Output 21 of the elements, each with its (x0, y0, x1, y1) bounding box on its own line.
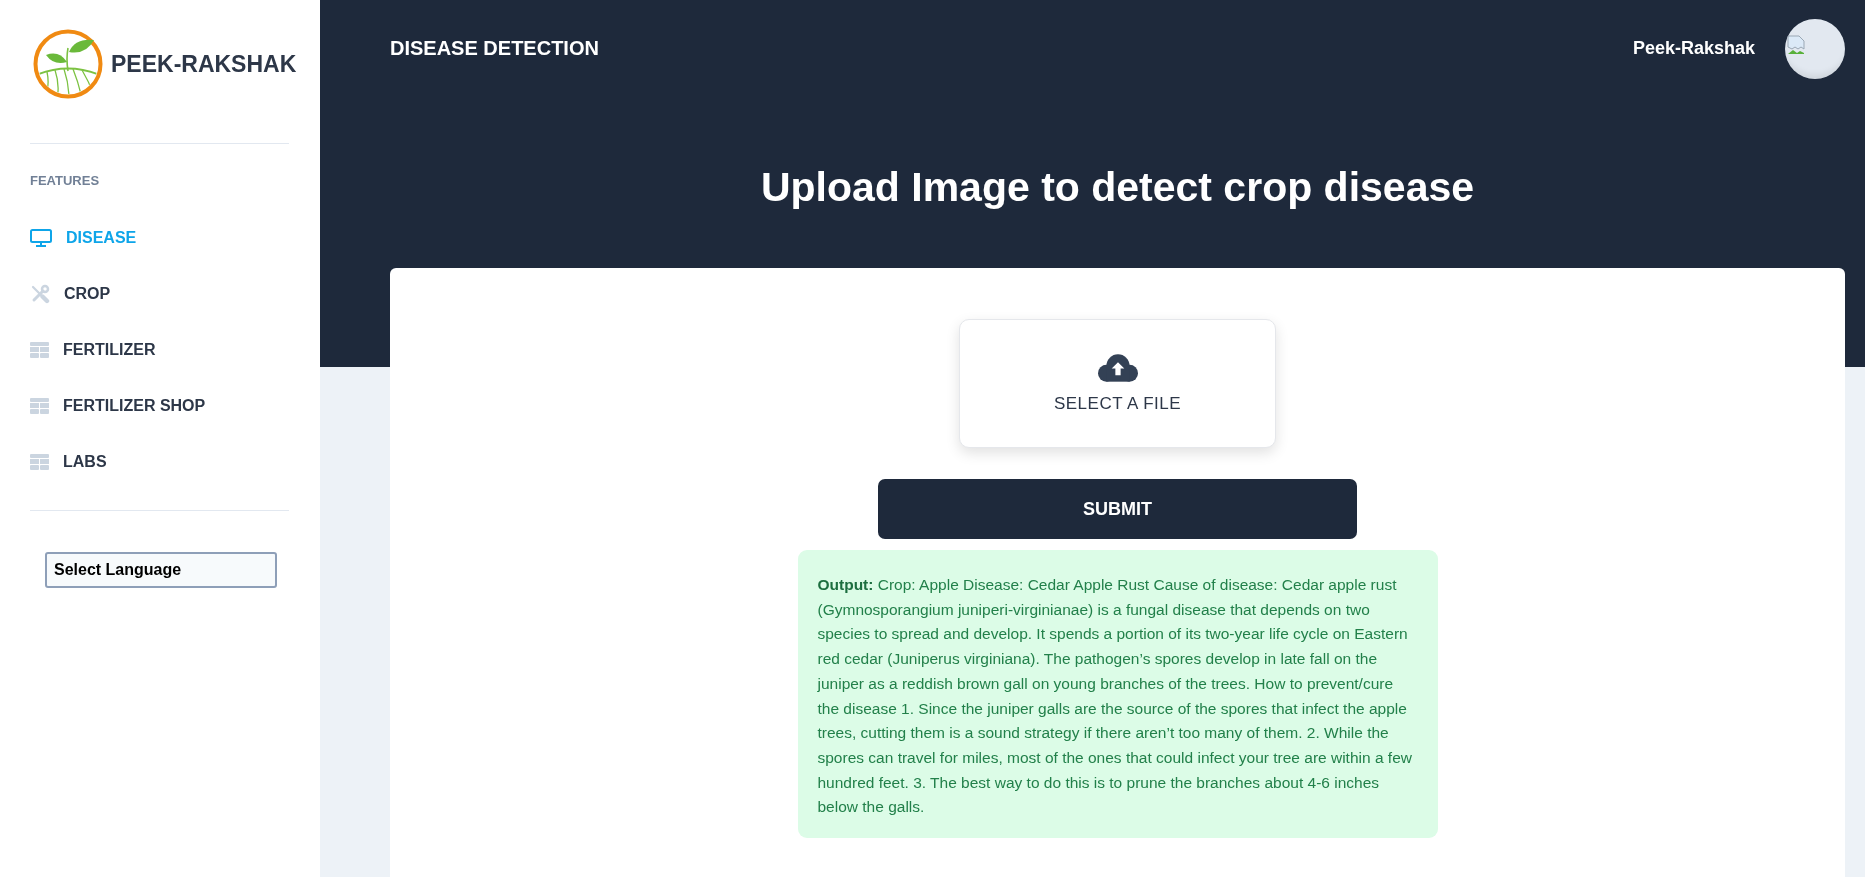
page-heading: Upload Image to detect crop disease (759, 164, 1476, 210)
section-label: FEATURES (30, 173, 100, 189)
sprout-logo-icon (33, 29, 103, 99)
nav-link[interactable]: CROP (30, 282, 111, 306)
brand-name: PEEK-RAKSHAK (111, 50, 297, 78)
nav-link[interactable]: LABS (30, 450, 107, 474)
file-select-button[interactable]: SELECT A FILE (959, 319, 1276, 448)
broken-image-icon (1787, 34, 1805, 55)
table-icon (30, 342, 49, 358)
user-name: Peek-Rakshak (1632, 38, 1755, 59)
page-title: DISEASE DETECTION (390, 37, 599, 60)
monitor-icon (30, 229, 52, 247)
table-icon (30, 454, 49, 470)
submit-button[interactable]: SUBMIT (878, 479, 1357, 539)
table-icon (30, 398, 49, 414)
language-select[interactable]: Select Language (45, 552, 277, 588)
tools-icon (30, 284, 50, 304)
output-message: Output: Crop: Apple Disease: Cedar Apple Rust Cause of disease: Cedar apple rust (Gymnosporangium juniperi-virginianae) is a fungal disease that depends on two species to spread and develop. It spends a portion of its two-year life cycle on Eastern red cedar (Juniperus virginiana). The pathogen’s spores develop in late fall on the juniper as a reddish brown gall on young branches of the trees. How to prevent/cure the disease 1. Since the juniper galls are the source of the spores that infect the apple trees, cutting them is a sound strategy if there aren’t too many of them. 2. While the spores can travel for miles, most of the ones that could infect your tree are within a few hundred feet. 3. The best way to do this is to prune the branches about 4-6 inches below the galls. (797, 550, 1438, 839)
nav-link[interactable]: FERTILIZER (30, 338, 156, 362)
nav-link[interactable]: FERTILIZER SHOP (30, 394, 206, 418)
cloud-upload-icon (1097, 353, 1138, 382)
